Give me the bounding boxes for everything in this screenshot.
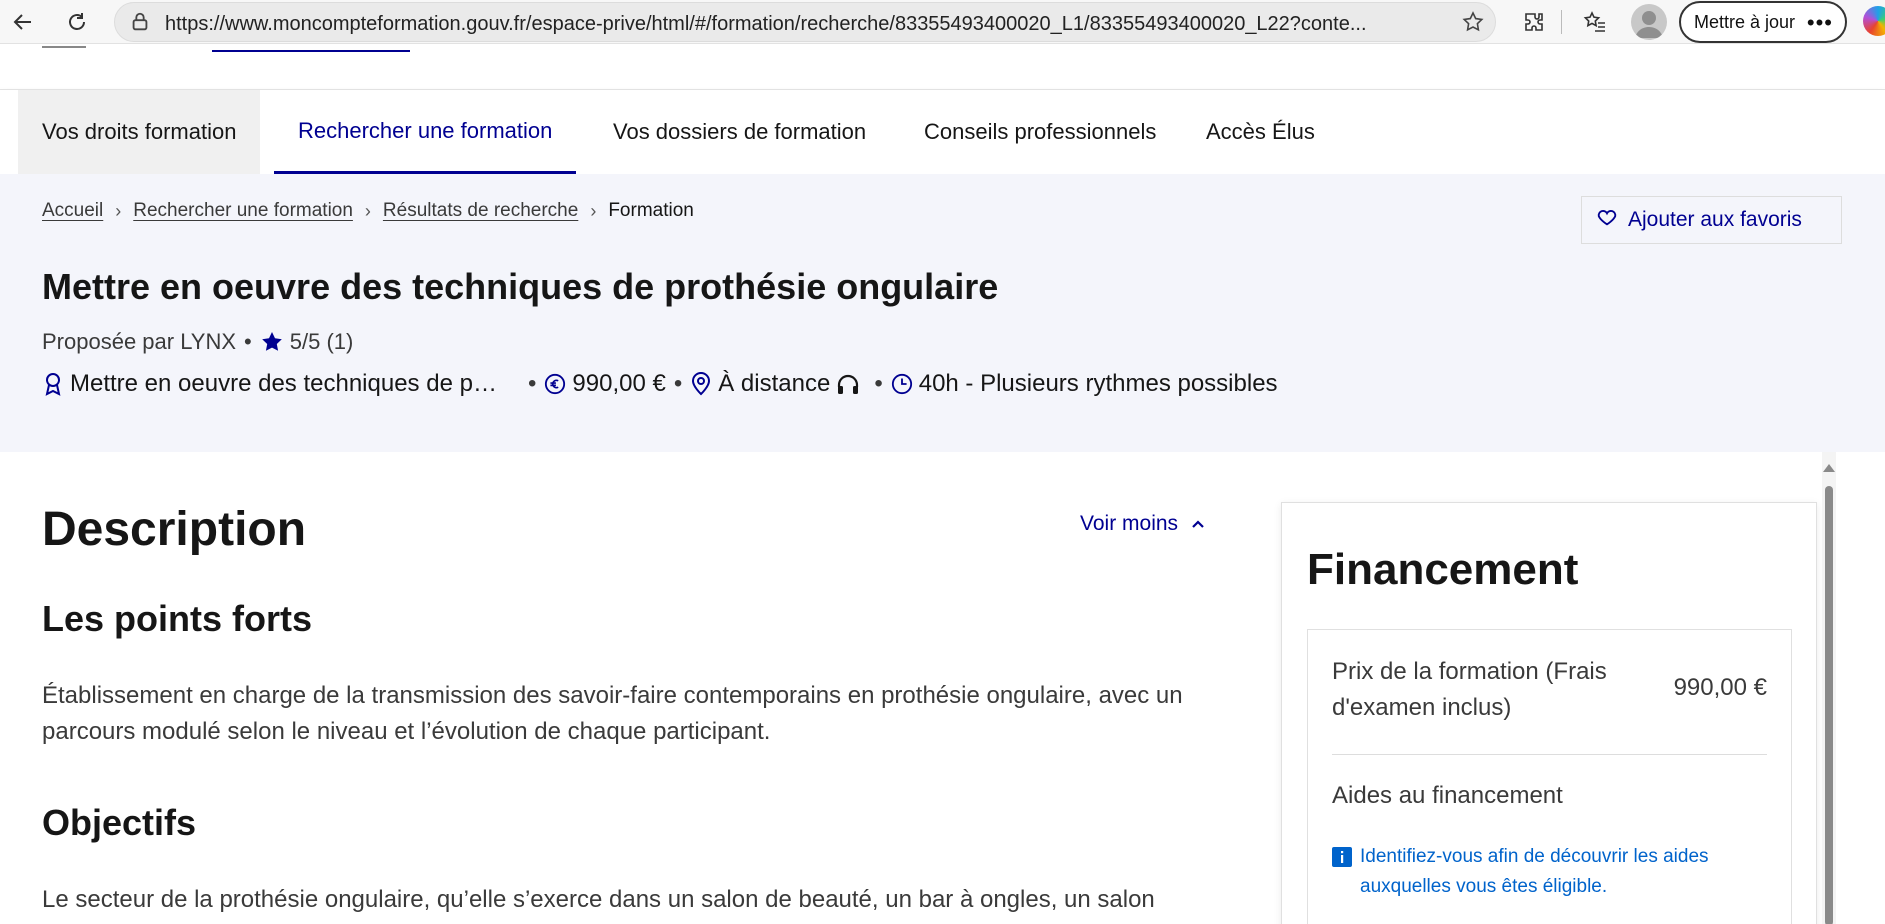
funding-card: Financement Prix de la formation (Frais … (1281, 502, 1817, 924)
provider-text: Proposée par LYNX (42, 329, 237, 354)
nav-item-rechercher-formation[interactable]: Rechercher une formation (274, 90, 577, 174)
favorites-label: Ajouter aux favoris (1628, 208, 1802, 231)
nav-label: Vos droits formation (42, 119, 237, 144)
info-icon (1332, 842, 1352, 902)
separator-dot: • (874, 370, 883, 397)
login-for-aid-link[interactable]: Identifiez-vous afin de découvrir les ai… (1360, 842, 1760, 902)
strengths-title: Les points forts (42, 598, 313, 639)
mode-text: À distance (718, 370, 831, 397)
update-browser-button[interactable]: Mettre à jour ••• (1679, 1, 1847, 43)
price-label: Prix de la formation (Frais d'examen inc… (1332, 658, 1607, 721)
nav-label: Rechercher une formation (298, 117, 553, 143)
nav-item-dossiers-formation[interactable]: Vos dossiers de formation (589, 90, 890, 174)
duration-text: 40h - Plusieurs rythmes possibles (918, 370, 1278, 397)
separator-dot: • (528, 370, 537, 397)
price-text: 990,00 € (572, 370, 666, 397)
headphones-icon (836, 373, 860, 395)
breadcrumb: Accueil › Rechercher une formation › Rés… (42, 200, 694, 222)
separator-dot: • (244, 329, 252, 354)
nav-item-acces-elus[interactable]: Accès Élus (1182, 90, 1339, 174)
breadcrumb-current: Formation (608, 200, 694, 221)
rating-text: 5/5 (1) (289, 329, 354, 354)
award-ribbon-icon (42, 372, 64, 396)
financial-aid-info: Identifiez-vous afin de découvrir les ai… (1332, 842, 1760, 902)
clock-icon (891, 373, 913, 395)
chevron-right-icon: › (364, 200, 371, 221)
lock-icon[interactable] (129, 11, 151, 38)
copilot-icon[interactable] (1863, 6, 1885, 36)
chevron-right-icon: › (115, 200, 122, 221)
separator-dot: • (673, 370, 683, 397)
breadcrumb-link-rechercher[interactable]: Rechercher une formation (133, 200, 353, 222)
more-options-icon[interactable]: ••• (1807, 10, 1833, 36)
nav-label: Accès Élus (1206, 119, 1315, 144)
nav-label: Vos dossiers de formation (613, 119, 867, 144)
see-less-toggle[interactable]: Voir moins (1080, 512, 1206, 536)
nav-item-conseils-professionnels[interactable]: Conseils professionnels (900, 90, 1180, 174)
page-title: Mettre en oeuvre des techniques de proth… (42, 266, 999, 307)
financial-aid-title: Aides au financement (1332, 782, 1563, 809)
objectives-text: Le secteur de la prothésie ongulaire, qu… (42, 886, 1155, 913)
strengths-text: Établissement en charge de la transmissi… (42, 682, 1183, 745)
certification-text: Mettre en oeuvre des techniques de proth… (70, 370, 502, 397)
address-bar[interactable]: https://www.moncompteformation.gouv.fr/e… (114, 2, 1496, 42)
update-label: Mettre à jour (1694, 11, 1796, 32)
extensions-icon[interactable] (1517, 5, 1551, 39)
divider (1332, 754, 1767, 755)
url-text: https://www.moncompteformation.gouv.fr/e… (165, 13, 1367, 35)
profile-avatar[interactable] (1631, 4, 1667, 40)
funding-details-box: Prix de la formation (Frais d'examen inc… (1307, 629, 1792, 924)
site-header (0, 44, 1885, 90)
back-arrow-icon[interactable] (6, 5, 40, 39)
header-logo-fragment (42, 46, 86, 52)
breadcrumb-link-resultats[interactable]: Résultats de recherche (383, 200, 578, 222)
breadcrumb-link-accueil[interactable]: Accueil (42, 200, 103, 222)
map-pin-icon (690, 372, 712, 396)
toolbar-divider (1561, 10, 1562, 34)
training-facts-row: Mettre en oeuvre des techniques de proth… (42, 370, 1278, 398)
toggle-label: Voir moins (1080, 512, 1179, 535)
add-to-favorites-button[interactable]: Ajouter aux favoris (1581, 196, 1842, 244)
price-value: 990,00 € (1673, 674, 1767, 701)
favorite-star-icon[interactable] (1461, 10, 1485, 39)
nav-label: Conseils professionnels (924, 119, 1157, 144)
nav-item-droits-formation[interactable]: Vos droits formation (18, 90, 261, 174)
training-hero: Accueil › Rechercher une formation › Rés… (0, 174, 1885, 452)
objectives-title: Objectifs (42, 802, 197, 843)
description-title: Description (42, 503, 307, 556)
favorites-list-icon[interactable] (1578, 5, 1612, 39)
main-navigation: Vos droits formation Rechercher une form… (0, 90, 1885, 174)
scroll-up-arrow-icon[interactable] (1823, 464, 1835, 472)
refresh-icon[interactable] (60, 5, 94, 39)
euro-icon (544, 373, 566, 395)
training-provider-row: Proposée par LYNX • 5/5 (1) (42, 329, 353, 355)
chevron-right-icon: › (590, 200, 597, 221)
browser-toolbar: https://www.moncompteformation.gouv.fr/e… (0, 0, 1885, 44)
header-underline-fragment (212, 50, 410, 52)
chevron-up-icon (1190, 512, 1206, 536)
star-icon (260, 330, 284, 354)
funding-title: Financement (1307, 545, 1579, 594)
heart-icon (1596, 206, 1618, 234)
scrollbar-thumb[interactable] (1825, 486, 1833, 924)
page-scrollbar[interactable] (1822, 452, 1836, 924)
